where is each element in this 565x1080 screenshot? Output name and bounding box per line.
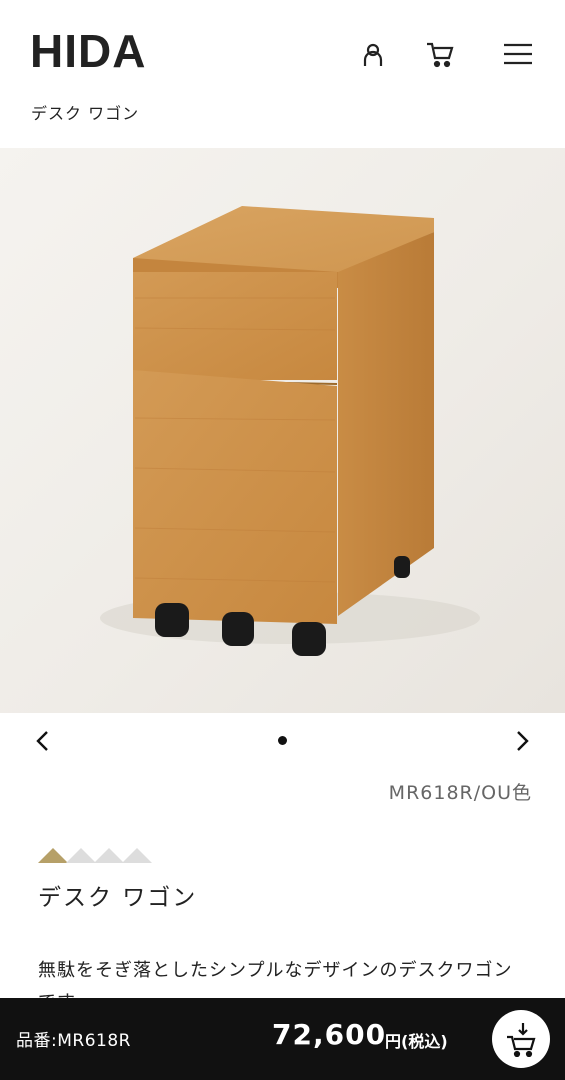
carousel-indicator[interactable] [278,736,287,745]
add-to-cart-icon [507,1023,536,1057]
site-header: HIDA デスク ワゴン [0,0,565,148]
rating-triangle-icon [66,848,96,863]
price: 72,600 [272,1018,387,1051]
carousel-nav [0,722,565,762]
variant-label: MR618R/OU色 [388,782,532,804]
breadcrumb: デスク ワゴン [31,104,140,123]
brand-logo[interactable]: HIDA [30,28,146,74]
rating-indicator [38,848,152,863]
cart-icon[interactable] [424,38,456,70]
rating-triangle-icon [94,848,124,863]
previous-arrow-icon[interactable] [27,726,57,756]
next-arrow-icon[interactable] [508,726,538,756]
product-image[interactable] [0,148,565,713]
rating-triangle-icon [122,848,152,863]
purchase-bar: 品番:MR618R 72,600 円(税込) [0,998,565,1080]
product-code: 品番:MR618R [16,1031,131,1051]
rating-triangle-icon [38,848,68,863]
add-to-cart-button[interactable] [492,1010,550,1068]
menu-icon[interactable] [502,38,534,70]
product-title: デスク ワゴン [38,885,198,911]
tax-label: 円(税込) [385,1032,448,1051]
user-icon[interactable] [357,38,389,70]
